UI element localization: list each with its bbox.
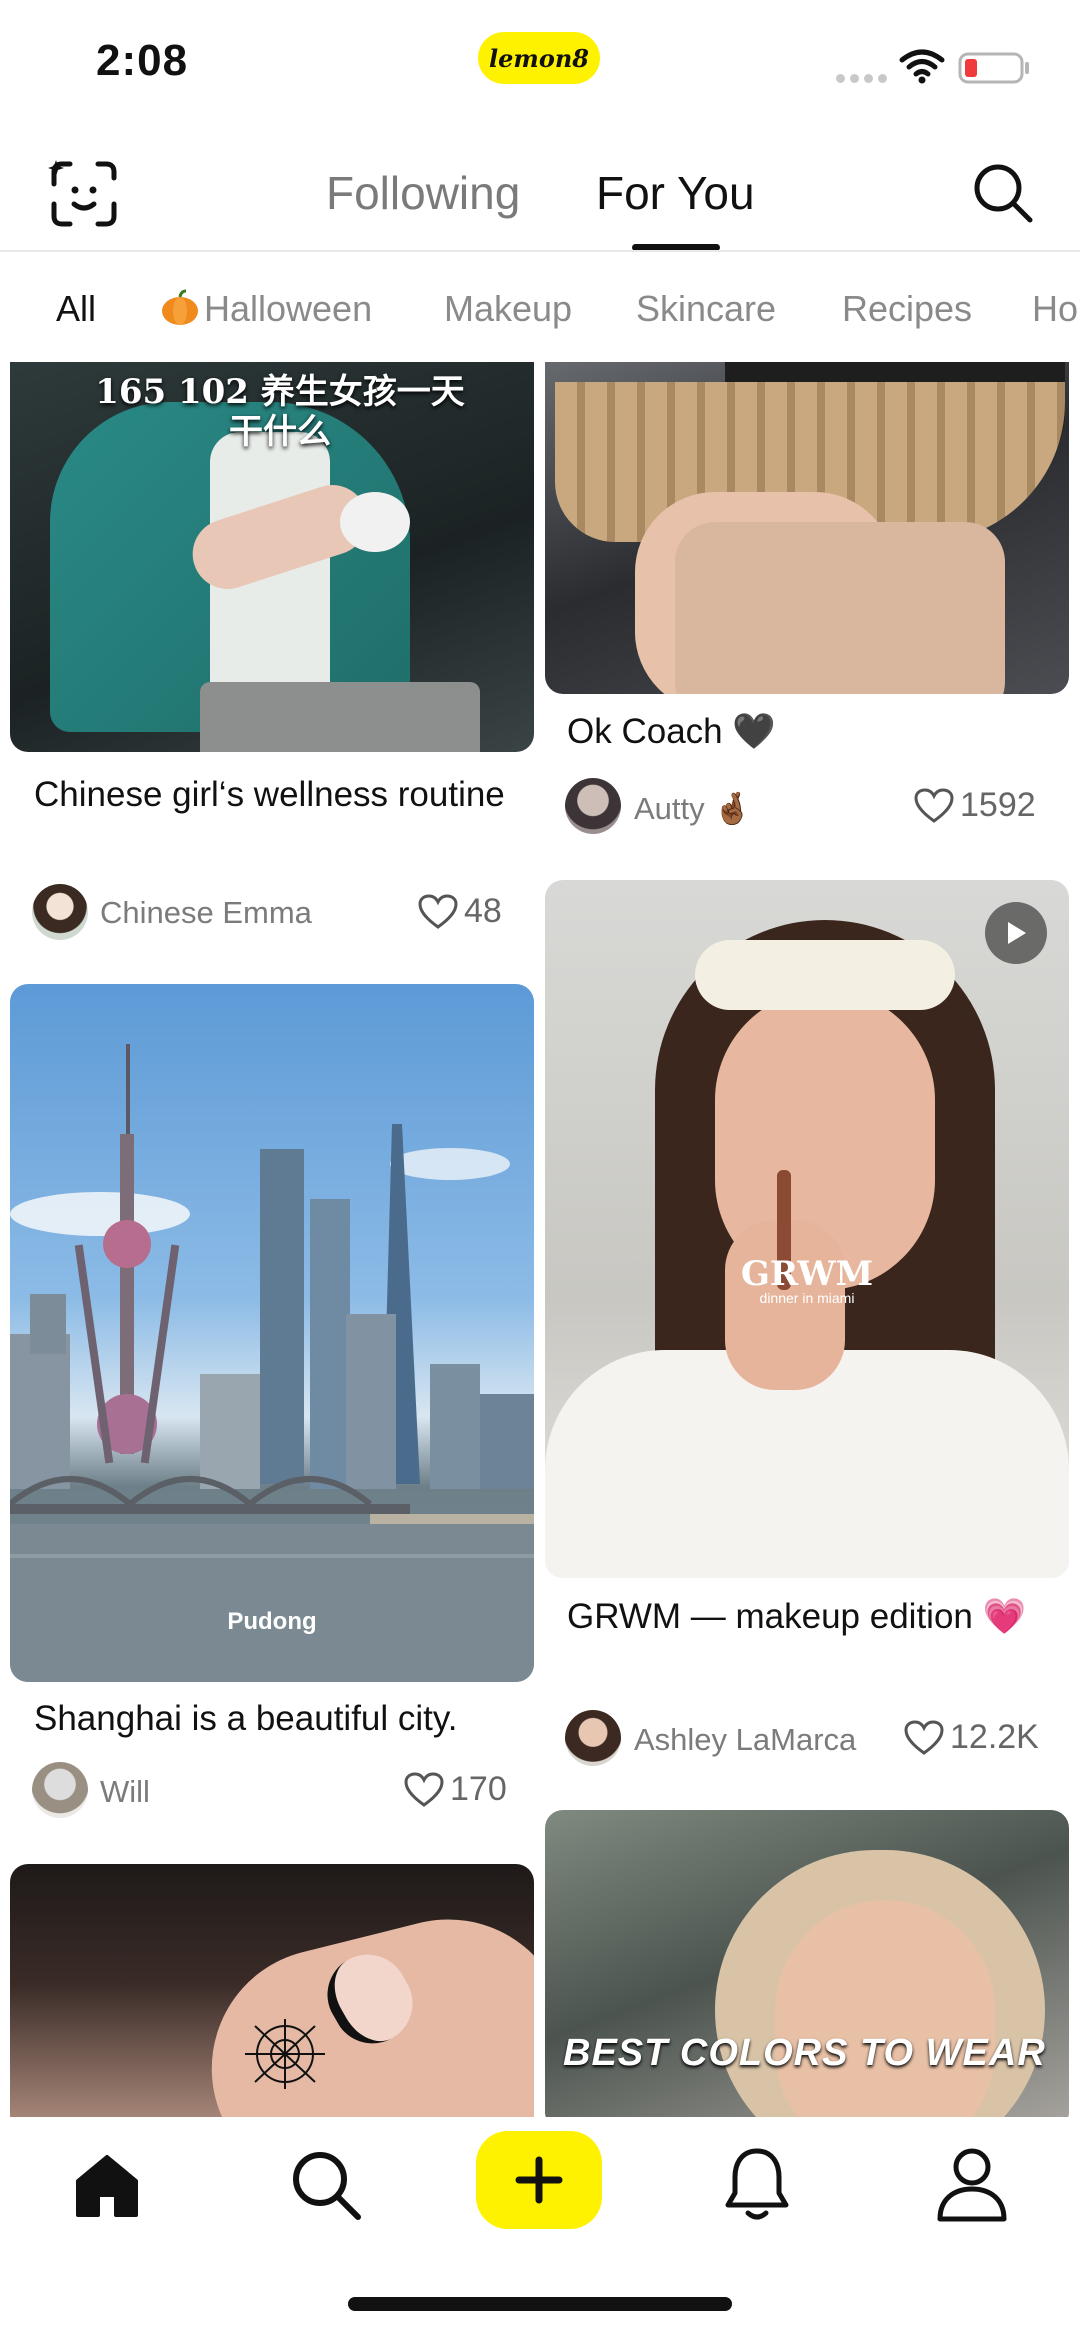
image-overlay-text: 165 102 养生女孩一天干什么 [95, 372, 465, 452]
post-image[interactable]: Pudong [10, 984, 534, 1682]
image-overlay-subtext: dinner in miami [759, 1290, 855, 1306]
like-button[interactable]: 170 [404, 1770, 507, 1809]
post-title[interactable]: Chinese girl‘s wellness routine [34, 770, 514, 819]
spiderweb-icon [245, 2019, 325, 2089]
post-card[interactable]: GRWM dinner in miami GRWM — makeup editi… [540, 880, 1080, 1780]
city-skyline [10, 1044, 534, 1682]
like-button[interactable]: 12.2K [904, 1718, 1039, 1757]
pumpkin-icon [162, 289, 198, 325]
play-icon [1008, 922, 1026, 944]
post-image[interactable] [545, 362, 1069, 694]
post-card[interactable]: 165 102 养生女孩一天干什么 Chinese girl‘s wellnes… [0, 362, 540, 962]
object-shape [340, 492, 410, 552]
post-card[interactable] [0, 1864, 540, 2117]
like-button[interactable]: 48 [418, 892, 502, 931]
face-scan-icon[interactable] [48, 158, 120, 230]
leg-shape [675, 522, 1005, 694]
brand-badge: lemon8 [478, 32, 600, 84]
category-label: Halloween [204, 288, 373, 329]
top-nav: Following For You [0, 140, 1080, 252]
status-time: 2:08 [96, 36, 189, 85]
like-count: 1592 [960, 786, 1036, 824]
author-name[interactable]: Autty 🤞🏾 [634, 790, 752, 827]
post-image[interactable] [10, 1864, 534, 2117]
category-all[interactable]: All [56, 288, 96, 330]
tab-for-you[interactable]: For You [596, 166, 755, 220]
home-icon[interactable] [70, 2149, 144, 2223]
avatar[interactable] [565, 778, 621, 834]
post-card[interactable]: Ok Coach 🖤 Autty 🤞🏾 1592 [540, 362, 1080, 882]
avatar[interactable] [565, 1710, 621, 1766]
category-row: All Halloween Makeup Skincare Recipes Ho [0, 268, 1080, 348]
post-title[interactable]: GRWM — makeup edition 💗 [567, 1592, 1047, 1641]
create-post-button[interactable] [476, 2131, 602, 2229]
avatar[interactable] [32, 1762, 88, 1818]
video-play-button[interactable] [985, 902, 1047, 964]
author-name[interactable]: Ashley LaMarca [634, 1722, 856, 1758]
post-card[interactable]: BEST COLORS TO WEAR [540, 1810, 1080, 2117]
heart-icon [404, 1771, 444, 1807]
search-icon[interactable] [970, 160, 1036, 226]
heart-icon [904, 1719, 944, 1755]
like-count: 170 [450, 1770, 507, 1808]
post-image[interactable]: 165 102 养生女孩一天干什么 [10, 362, 534, 752]
category-skincare[interactable]: Skincare [636, 288, 776, 330]
face-shape [775, 1900, 995, 2117]
image-overlay-text: Pudong [227, 1608, 317, 1635]
home-indicator[interactable] [348, 2297, 732, 2311]
avatar[interactable] [32, 884, 88, 940]
post-image[interactable]: BEST COLORS TO WEAR [545, 1810, 1069, 2117]
header-divider [0, 250, 1080, 252]
pants-shape [200, 682, 480, 752]
search-icon[interactable] [288, 2147, 364, 2223]
tab-following[interactable]: Following [326, 166, 520, 220]
profile-icon[interactable] [934, 2145, 1010, 2223]
image-overlay-text: GRWM [740, 1254, 874, 1294]
signal-dots-icon [836, 74, 887, 83]
plus-icon [515, 2156, 563, 2204]
author-name[interactable]: Chinese Emma [100, 895, 312, 931]
post-title[interactable]: Shanghai is a beautiful city. [34, 1694, 524, 1743]
author-name[interactable]: Will [100, 1774, 150, 1810]
post-card[interactable]: Pudong Shanghai is a beautiful city. Wil… [0, 984, 540, 1844]
heart-icon [418, 893, 458, 929]
like-button[interactable]: 1592 [914, 786, 1036, 825]
status-bar: 2:08 lemon8 [0, 0, 1080, 130]
category-recipes[interactable]: Recipes [842, 288, 972, 330]
battery-low-icon [958, 52, 1029, 84]
category-makeup[interactable]: Makeup [444, 288, 572, 330]
like-count: 12.2K [950, 1718, 1039, 1756]
headband-shape [695, 940, 955, 1010]
heart-icon [914, 787, 954, 823]
feed-grid: 165 102 养生女孩一天干什么 Chinese girl‘s wellnes… [0, 362, 1080, 2117]
image-overlay-text: BEST COLORS TO WEAR [563, 2032, 1046, 2074]
category-home[interactable]: Ho [1032, 288, 1078, 330]
wifi-icon [899, 49, 945, 84]
post-image[interactable]: GRWM dinner in miami [545, 880, 1069, 1578]
bell-icon[interactable] [722, 2145, 792, 2223]
post-title[interactable]: Ok Coach 🖤 [567, 707, 776, 756]
category-halloween[interactable]: Halloween [160, 288, 372, 330]
like-count: 48 [464, 892, 502, 930]
